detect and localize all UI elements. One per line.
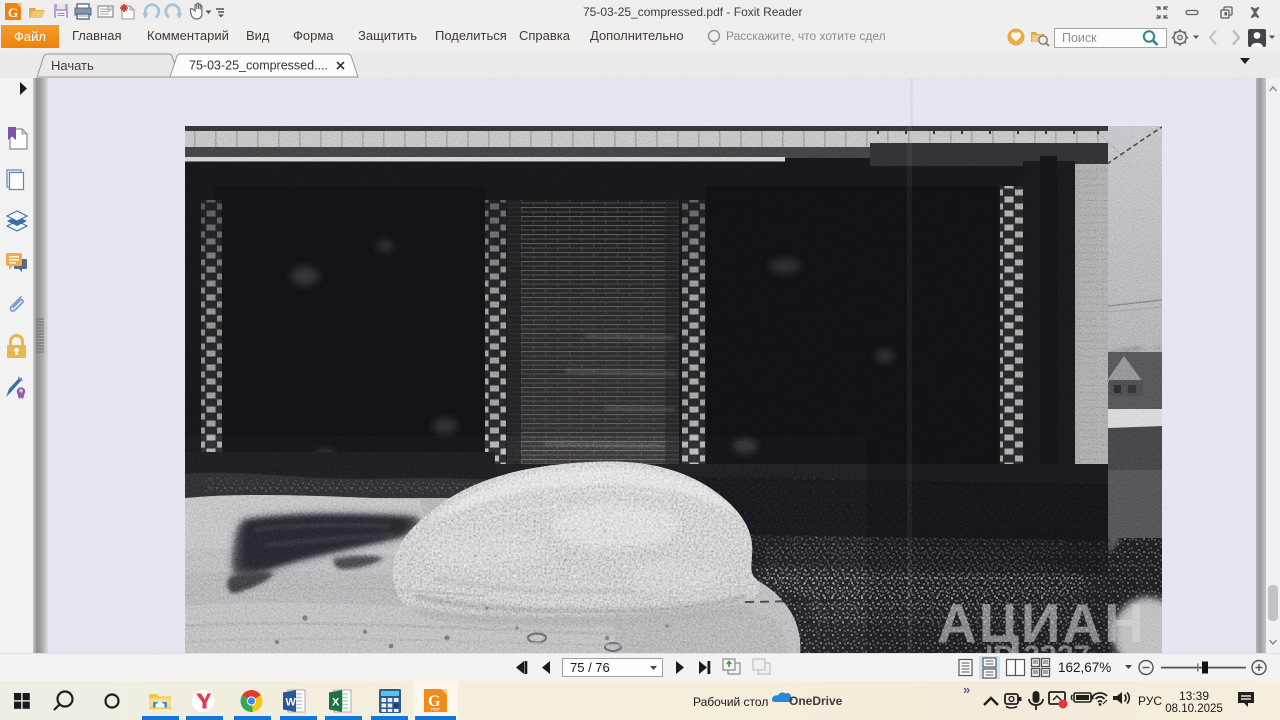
- svg-text:PDF: PDF: [431, 707, 440, 712]
- svg-text:75-03-25_compressed....: 75-03-25_compressed....: [189, 59, 328, 73]
- svg-text:G: G: [8, 5, 18, 20]
- svg-text:Поиск: Поиск: [1062, 31, 1097, 45]
- svg-text:»: »: [963, 682, 970, 697]
- svg-text:Начать: Начать: [51, 58, 94, 73]
- svg-text:75 / 76: 75 / 76: [570, 660, 610, 675]
- svg-text:X: X: [332, 697, 340, 709]
- svg-text:162,67%: 162,67%: [1058, 660, 1111, 675]
- svg-text:W: W: [286, 697, 297, 709]
